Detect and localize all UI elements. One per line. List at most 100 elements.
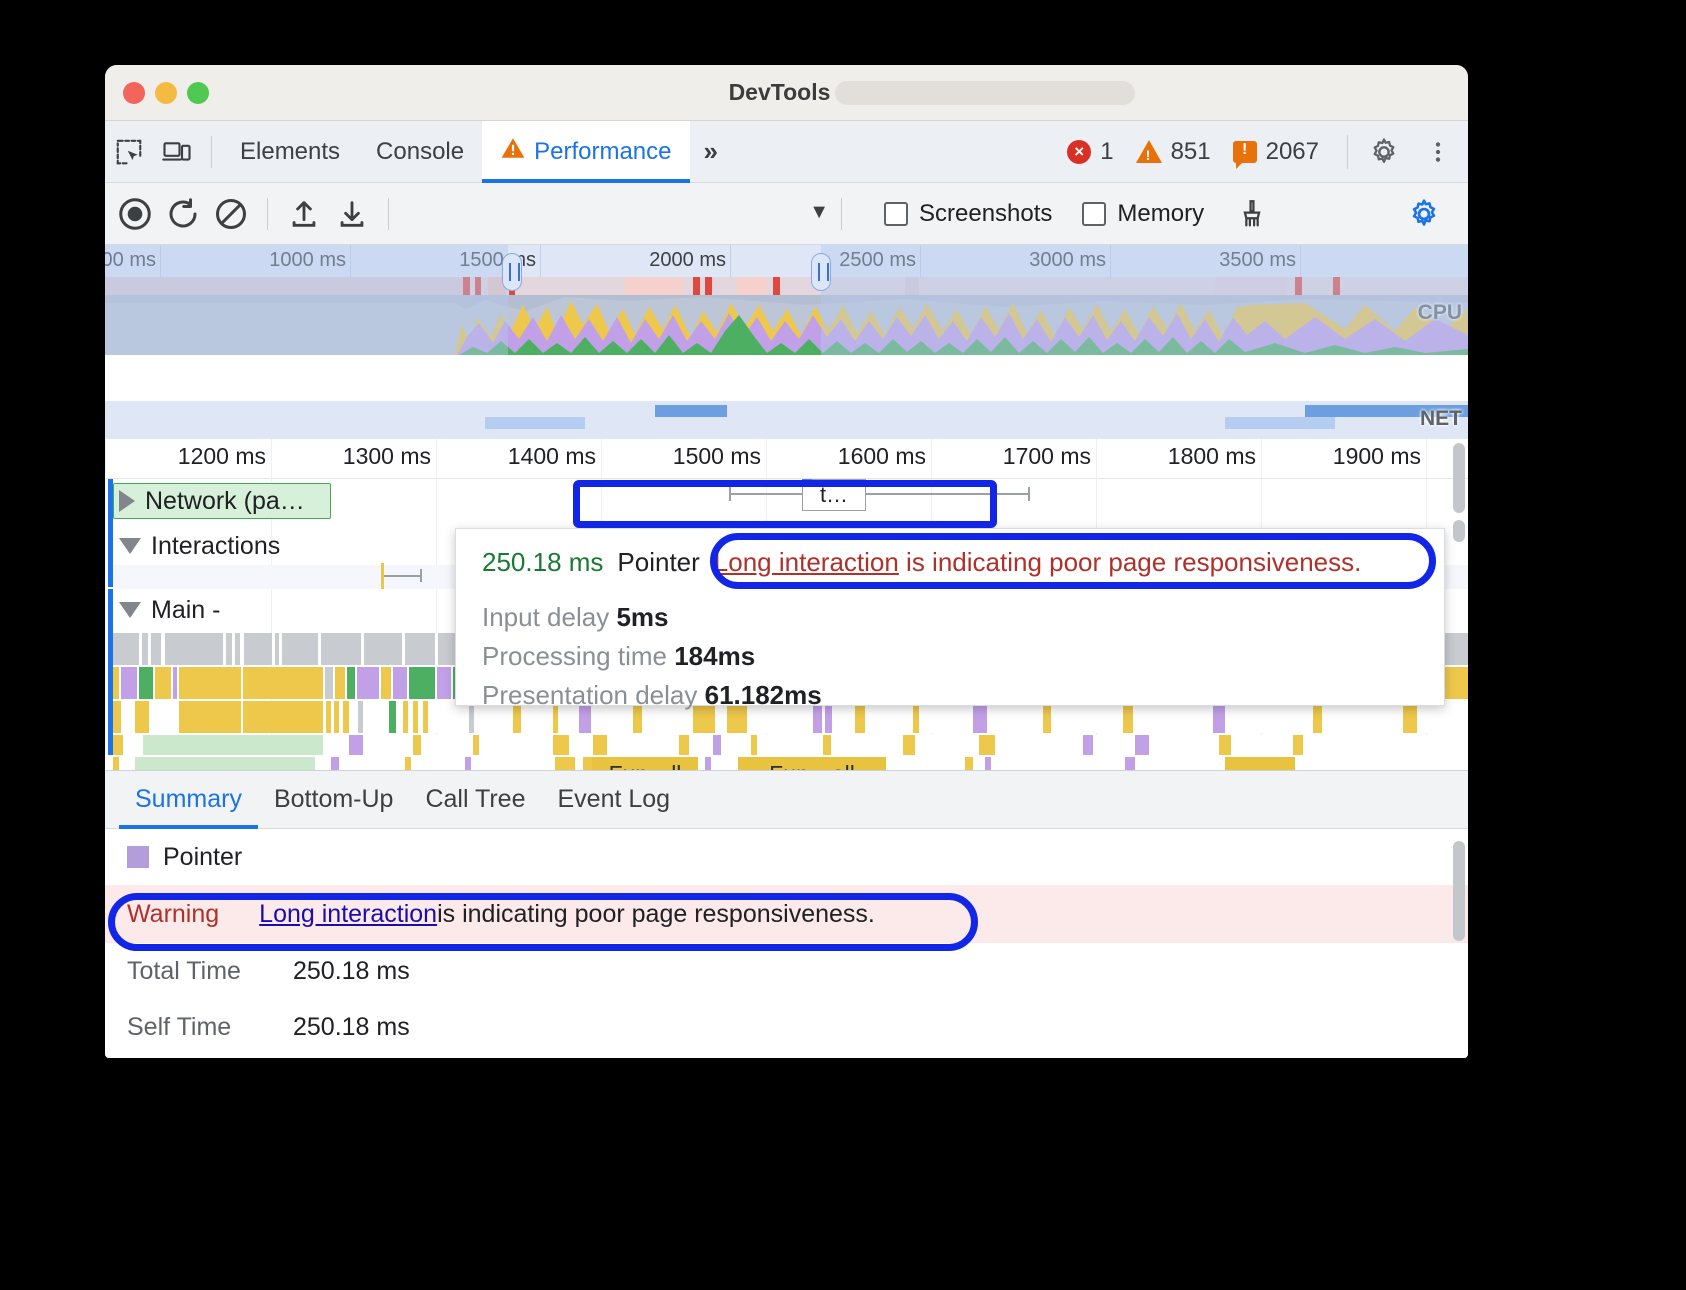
export-icon[interactable] — [328, 192, 376, 236]
net-track-label: NET — [1420, 407, 1462, 431]
track-network-header[interactable]: Network (pa… — [105, 479, 1468, 523]
device-toolbar-icon[interactable] — [153, 130, 201, 174]
metric-key: Presentation delay — [482, 680, 697, 710]
tooltip-warning: Long interaction is indicating poor page… — [714, 547, 1362, 578]
ruler-tick-label: 1800 ms — [1168, 443, 1256, 470]
error-count-value: 1 — [1100, 138, 1113, 166]
tab-console[interactable]: Console — [358, 121, 482, 183]
inspect-element-icon[interactable] — [105, 130, 153, 174]
error-count[interactable]: × 1 — [1067, 138, 1113, 166]
chevron-down-icon: ▼ — [809, 201, 829, 224]
import-icon[interactable] — [280, 192, 328, 236]
chevron-right-icon[interactable] — [119, 490, 135, 512]
overview-tick-label: 2000 ms — [649, 249, 726, 272]
track-network-label: Network (pa… — [145, 487, 305, 516]
window-title: DevTools - — [105, 79, 1468, 106]
chevron-down-icon[interactable] — [119, 538, 141, 554]
screenshots-label: Screenshots — [919, 200, 1052, 228]
tooltip-warning-link[interactable]: Long interaction — [714, 547, 899, 577]
tab-elements[interactable]: Elements — [222, 121, 358, 183]
tab-summary[interactable]: Summary — [119, 771, 258, 829]
warning-count[interactable]: 851 — [1136, 138, 1211, 166]
window-titlebar: DevTools - — [105, 65, 1468, 121]
network-overview-band: NET — [105, 401, 1468, 439]
tab-elements-label: Elements — [240, 138, 340, 166]
event-color-swatch — [127, 846, 149, 868]
devtools-window: DevTools - Elements — [105, 65, 1468, 1058]
warning-icon — [1136, 140, 1162, 163]
track-network[interactable]: Network (pa… t… — [105, 479, 1468, 527]
toolbar-divider-4 — [841, 198, 842, 230]
warning-triangle-icon — [500, 135, 526, 168]
metric-value: 5ms — [616, 602, 668, 632]
stat-key: Self Time — [127, 1013, 293, 1042]
title-placeholder-bar — [835, 81, 1135, 105]
summary-stat-row: Self Time 250.18 ms — [105, 999, 1468, 1055]
tab-performance-label: Performance — [534, 138, 671, 166]
garbage-collect-icon[interactable] — [1228, 192, 1276, 236]
summary-warning-row: Warning Long interaction is indicating p… — [105, 885, 1468, 943]
tab-bottom-up-label: Bottom-Up — [274, 785, 393, 814]
tooltip-metrics: Input delay 5ms Processing time 184ms Pr… — [482, 602, 1418, 711]
zoom-window-button[interactable] — [187, 82, 209, 104]
tooltip-metric-row: Presentation delay 61.182ms — [482, 680, 1418, 711]
tab-summary-label: Summary — [135, 785, 242, 814]
metric-key: Processing time — [482, 641, 667, 671]
stat-key: Total Time — [127, 957, 293, 986]
details-tabbar: Summary Bottom-Up Call Tree Event Log — [105, 771, 1468, 829]
details-panel: Summary Bottom-Up Call Tree Event Log Po… — [105, 770, 1468, 1058]
warning-row-label: Warning — [127, 900, 219, 929]
tab-console-label: Console — [376, 138, 464, 166]
more-tabs-button[interactable]: » — [690, 136, 728, 167]
warning-count-value: 851 — [1171, 138, 1211, 166]
details-scrollbar-thumb[interactable] — [1453, 841, 1465, 941]
toolbar-divider — [211, 136, 212, 168]
info-count[interactable]: 2067 — [1233, 138, 1319, 166]
ruler-tick-label: 1400 ms — [508, 443, 596, 470]
summary-event-row: Pointer — [105, 829, 1468, 885]
gear-icon[interactable] — [1360, 130, 1408, 174]
selection-handle-left[interactable] — [502, 253, 522, 291]
screenshots-checkbox-box[interactable] — [884, 202, 908, 226]
memory-checkbox[interactable]: Memory — [1082, 200, 1204, 228]
kebab-menu-icon[interactable] — [1414, 130, 1462, 174]
error-icon: × — [1067, 140, 1091, 164]
tab-call-tree-label: Call Tree — [425, 785, 525, 814]
tab-event-log[interactable]: Event Log — [542, 771, 687, 829]
event-tooltip: 250.18 ms Pointer Long interaction is in… — [455, 528, 1445, 706]
traffic-lights — [123, 82, 209, 104]
tab-performance[interactable]: Performance — [482, 121, 689, 183]
info-count-value: 2067 — [1266, 138, 1319, 166]
warning-row-link[interactable]: Long interaction — [259, 900, 437, 929]
tab-call-tree[interactable]: Call Tree — [409, 771, 541, 829]
metric-key: Input delay — [482, 602, 609, 632]
tooltip-duration: 250.18 ms — [482, 547, 603, 578]
reload-record-icon[interactable] — [159, 192, 207, 236]
timeline-scrollbar-thumb-2[interactable] — [1453, 520, 1465, 542]
record-icon[interactable] — [111, 192, 159, 236]
performance-toolbar: ▼ Screenshots Memory — [105, 183, 1468, 245]
memory-label: Memory — [1117, 200, 1204, 228]
clear-icon[interactable] — [207, 192, 255, 236]
selection-handle-right[interactable] — [811, 253, 831, 291]
ruler-tick-label: 1500 ms — [673, 443, 761, 470]
tooltip-metric-row: Input delay 5ms — [482, 602, 1418, 633]
timeline-overview[interactable]: 500 ms 1000 ms 1500 ms 2000 ms 2500 ms 3… — [105, 245, 1468, 355]
screenshots-checkbox[interactable]: Screenshots — [884, 200, 1052, 228]
track-interactions-label: Interactions — [151, 532, 280, 561]
memory-checkbox-box[interactable] — [1082, 202, 1106, 226]
metric-value: 61.182ms — [705, 680, 822, 710]
history-dropdown[interactable]: ▼ — [429, 197, 829, 231]
tooltip-event-name: Pointer — [617, 547, 699, 578]
screenshot-root: DevTools - Elements — [0, 0, 1686, 1290]
counters-divider — [1347, 135, 1348, 169]
tooltip-header: 250.18 ms Pointer Long interaction is in… — [482, 547, 1418, 578]
capture-settings-icon[interactable] — [1400, 192, 1448, 236]
chevron-down-icon[interactable] — [119, 602, 141, 618]
tab-bottom-up[interactable]: Bottom-Up — [258, 771, 409, 829]
summary-event-name: Pointer — [163, 843, 242, 872]
minimize-window-button[interactable] — [155, 82, 177, 104]
close-window-button[interactable] — [123, 82, 145, 104]
overview-dim-right — [821, 245, 1468, 355]
devtools-tabbar: Elements Console Performance » × — [105, 121, 1468, 183]
